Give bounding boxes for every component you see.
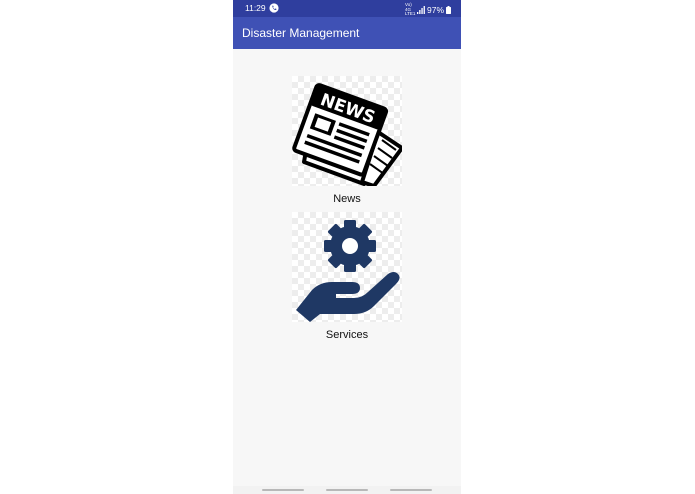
system-navigation-bar bbox=[233, 486, 461, 494]
phone-screen: 11:29 Vo) 4G LTE1 97% Disaster Managemen… bbox=[233, 0, 461, 494]
app-title: Disaster Management bbox=[242, 26, 360, 40]
services-label: Services bbox=[325, 329, 369, 341]
services-menu-item[interactable]: Services bbox=[233, 212, 461, 347]
battery-icon bbox=[446, 5, 451, 14]
news-label: News bbox=[333, 193, 361, 205]
back-button[interactable] bbox=[390, 489, 432, 491]
status-bar: 11:29 Vo) 4G LTE1 97% bbox=[233, 0, 461, 17]
battery-percentage: 97% bbox=[426, 4, 444, 15]
app-bar: Disaster Management bbox=[233, 17, 461, 49]
recent-apps-button[interactable] bbox=[262, 489, 304, 491]
services-image[interactable] bbox=[292, 212, 402, 322]
hand-icon bbox=[296, 272, 400, 322]
home-button[interactable] bbox=[326, 489, 368, 491]
news-image[interactable]: NEWS bbox=[292, 76, 404, 188]
status-time: 11:29 bbox=[245, 3, 266, 13]
network-type-indicator: Vo) 4G LTE1 bbox=[404, 2, 416, 16]
news-menu-item[interactable]: NEWS News bbox=[233, 76, 461, 211]
call-in-progress-icon bbox=[269, 3, 279, 13]
status-indicators: Vo) 4G LTE1 97% bbox=[404, 2, 451, 17]
gear-icon bbox=[324, 220, 376, 272]
main-content: NEWS News Services bbox=[233, 49, 461, 486]
hand-gear-icon bbox=[296, 220, 400, 322]
signal-strength-icon bbox=[416, 5, 425, 14]
newspaper-icon: NEWS bbox=[292, 83, 404, 188]
